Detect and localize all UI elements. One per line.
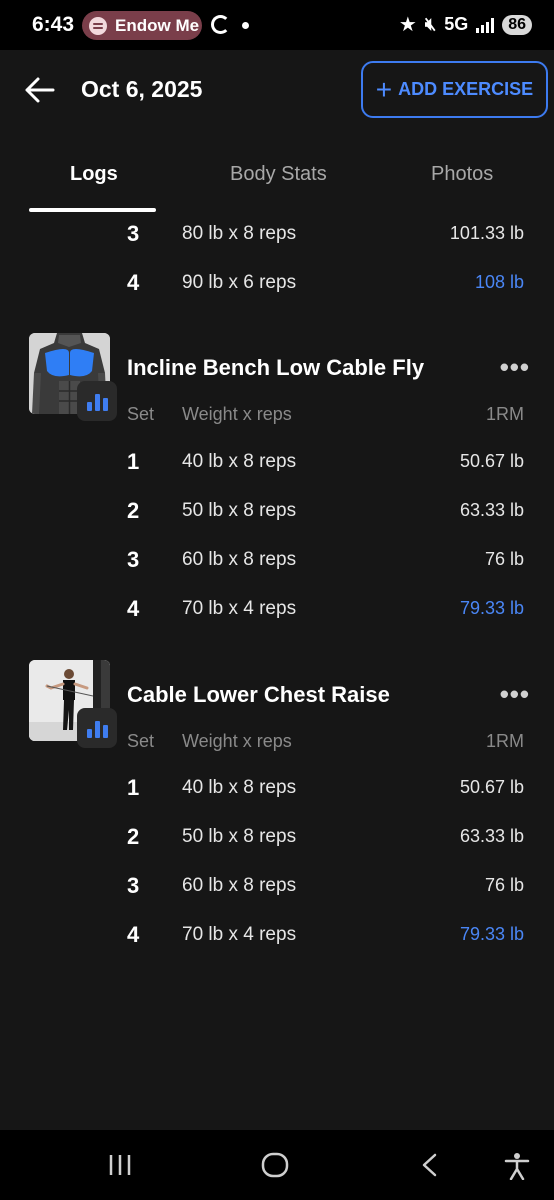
set-1rm-pr: 79.33 lb <box>459 598 524 618</box>
set-number: 2 <box>127 498 140 523</box>
set-weight-reps: 70 lb x 4 reps <box>182 924 297 945</box>
set-number: 4 <box>127 270 140 295</box>
status-time: 6:43 <box>32 13 75 36</box>
media-playing-chip[interactable]: Endow Me <box>82 11 202 40</box>
set-weight-reps: 70 lb x 4 reps <box>182 598 297 619</box>
active-tab-indicator <box>29 208 156 212</box>
set-number: 1 <box>127 775 140 800</box>
set-weight-reps: 50 lb x 8 reps <box>182 500 297 521</box>
set-number: 1 <box>127 449 140 474</box>
set-number: 4 <box>127 596 140 621</box>
set-1rm: 76 lb <box>484 549 524 569</box>
set-number: 3 <box>127 221 140 246</box>
set-weight-reps: 90 lb x 6 reps <box>182 272 297 293</box>
set-1rm: 101.33 lb <box>449 223 524 243</box>
page-title: Oct 6, 2025 <box>81 76 203 102</box>
star-icon: ★ <box>398 14 417 36</box>
set-row[interactable]: 2 50 lb x 8 reps 63.33 lb <box>0 818 554 858</box>
spotify-icon <box>89 16 107 35</box>
set-number: 3 <box>127 547 140 572</box>
column-1rm-label: 1RM <box>485 404 524 424</box>
set-weight-reps: 60 lb x 8 reps <box>182 875 297 896</box>
status-icons: ★ 🔇︎ 5G 86 <box>399 12 532 37</box>
set-number: 3 <box>127 873 140 898</box>
add-exercise-label: ADD EXERCISE <box>398 79 534 99</box>
set-1rm: 50.67 lb <box>459 451 524 471</box>
column-reps-label: Weight x reps <box>182 731 292 751</box>
exercise-title[interactable]: Cable Lower Chest Raise <box>127 682 390 708</box>
set-weight-reps: 40 lb x 8 reps <box>182 451 297 472</box>
set-row[interactable]: 1 40 lb x 8 reps 50.67 lb <box>0 769 554 809</box>
set-number: 4 <box>127 922 140 947</box>
home-icon[interactable] <box>261 1152 289 1178</box>
exercise-title[interactable]: Incline Bench Low Cable Fly <box>127 355 424 381</box>
plus-icon: + <box>375 73 393 105</box>
notification-dot-icon <box>242 22 249 29</box>
tab-bar: Logs Body Stats Photos <box>0 150 554 212</box>
column-set-label: Set <box>127 404 155 424</box>
set-number: 2 <box>127 824 140 849</box>
more-options-icon[interactable]: ••• <box>500 352 530 383</box>
app-header: Oct 6, 2025 + ADD EXERCISE <box>0 50 554 130</box>
signal-icon <box>476 17 495 33</box>
column-header: Set Weight x reps 1RM <box>0 727 554 757</box>
column-header: Set Weight x reps 1RM <box>0 400 554 430</box>
back-arrow-icon[interactable] <box>24 76 56 104</box>
system-navigation-bar <box>0 1130 554 1200</box>
back-icon[interactable] <box>419 1152 441 1178</box>
battery-level: 86 <box>502 14 532 35</box>
set-1rm: 63.33 lb <box>459 500 524 520</box>
network-type: 5G <box>444 14 469 34</box>
tab-body-stats[interactable]: Body Stats <box>230 163 327 186</box>
tab-logs[interactable]: Logs <box>70 163 118 186</box>
set-1rm: 76 lb <box>484 875 524 895</box>
set-row[interactable]: 1 40 lb x 8 reps 50.67 lb <box>0 443 554 483</box>
set-row[interactable]: 4 70 lb x 4 reps 79.33 lb <box>0 916 554 956</box>
accessibility-icon[interactable] <box>504 1152 530 1180</box>
set-row[interactable]: 4 70 lb x 4 reps 79.33 lb <box>0 590 554 630</box>
recent-apps-icon[interactable] <box>107 1152 133 1178</box>
set-row[interactable]: 3 60 lb x 8 reps 76 lb <box>0 541 554 581</box>
set-1rm-pr: 79.33 lb <box>459 924 524 944</box>
media-title: Endow Me <box>115 15 200 35</box>
set-1rm: 63.33 lb <box>459 826 524 846</box>
set-row[interactable]: 4 90 lb x 6 reps 108 lb <box>0 264 554 304</box>
set-weight-reps: 40 lb x 8 reps <box>182 777 297 798</box>
set-row[interactable]: 2 50 lb x 8 reps 63.33 lb <box>0 492 554 532</box>
set-1rm-pr: 108 lb <box>474 272 524 292</box>
set-weight-reps: 80 lb x 8 reps <box>182 223 297 244</box>
set-weight-reps: 60 lb x 8 reps <box>182 549 297 570</box>
set-1rm: 50.67 lb <box>459 777 524 797</box>
set-row[interactable]: 3 80 lb x 8 reps 101.33 lb <box>0 215 554 255</box>
status-bar: 6:43 Endow Me ★ 🔇︎ 5G 86 <box>0 0 554 50</box>
set-row[interactable]: 3 60 lb x 8 reps 76 lb <box>0 867 554 907</box>
add-exercise-button[interactable]: + ADD EXERCISE <box>361 61 548 118</box>
notification-ring-icon <box>211 15 230 34</box>
set-weight-reps: 50 lb x 8 reps <box>182 826 297 847</box>
mute-icon: 🔇︎ <box>424 14 437 34</box>
tab-photos[interactable]: Photos <box>431 163 493 186</box>
column-reps-label: Weight x reps <box>182 404 292 424</box>
more-options-icon[interactable]: ••• <box>500 679 530 710</box>
column-1rm-label: 1RM <box>485 731 524 751</box>
column-set-label: Set <box>127 731 155 751</box>
